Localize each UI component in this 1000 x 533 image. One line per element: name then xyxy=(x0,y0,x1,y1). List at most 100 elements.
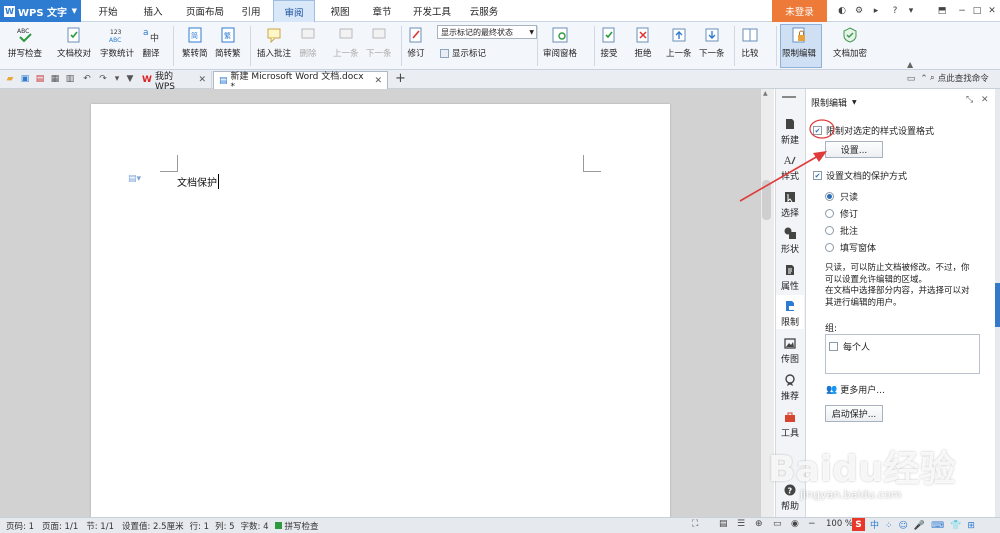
new-tab-button[interactable]: + xyxy=(395,71,406,86)
fullscreen-icon[interactable]: ⛶ xyxy=(692,519,698,529)
tab-chapter[interactable]: 章节 xyxy=(364,0,400,22)
side-item-upload-image[interactable]: 传图 xyxy=(776,337,804,365)
share-icon[interactable]: ▸ xyxy=(868,0,884,22)
zoom-out-icon[interactable]: − xyxy=(808,519,816,529)
side-item-recommend[interactable]: 推荐 xyxy=(776,374,804,402)
tab-insert[interactable]: 插入 xyxy=(134,0,172,22)
close-tab-icon[interactable]: ✕ xyxy=(374,76,382,86)
close-icon[interactable]: ✕ xyxy=(985,0,999,22)
reject-button[interactable]: 拒绝 xyxy=(634,26,652,59)
quick-access-more-icon[interactable]: ▾ xyxy=(111,72,123,86)
pane-title[interactable]: 限制编辑 ▼ xyxy=(811,96,857,109)
undo-icon[interactable]: ↶ xyxy=(81,72,93,86)
redo-icon[interactable]: ↷ xyxy=(97,72,109,86)
page-view-icon[interactable]: ▤ xyxy=(719,519,728,529)
help-icon[interactable]: ? xyxy=(886,0,904,22)
insert-comment-button[interactable]: 插入批注 xyxy=(257,26,291,59)
accept-button[interactable]: 接受 xyxy=(600,26,618,59)
pane-close-icon[interactable]: ✕ xyxy=(981,95,989,105)
eye-protect-icon[interactable]: ◉ xyxy=(791,519,799,529)
delete-comment-button[interactable]: 删除 xyxy=(299,26,317,59)
show-markup-button[interactable]: 显示标记 xyxy=(440,47,486,59)
tab-current-document[interactable]: ▤ 新建 Microsoft Word 文档.docx * ✕ xyxy=(213,71,388,92)
pane-dock-icon[interactable]: ⤡ xyxy=(966,95,973,105)
prev-comment-button[interactable]: 上一条 xyxy=(333,26,359,59)
spell-check-button[interactable]: ABC 拼写检查 xyxy=(8,26,42,59)
group-label: 组: xyxy=(825,324,838,334)
mode-comment[interactable]: 批注 xyxy=(825,224,858,237)
next-change-button[interactable]: 下一条 xyxy=(699,26,725,59)
next-comment-button[interactable]: 下一条 xyxy=(366,26,392,59)
tab-cloud[interactable]: 云服务 xyxy=(462,0,506,22)
group-everyone-item[interactable]: 每个人 xyxy=(829,340,870,353)
prev-change-button[interactable]: 上一条 xyxy=(666,26,692,59)
mode-revise[interactable]: 修订 xyxy=(825,207,858,220)
status-words[interactable]: 字数: 4 xyxy=(241,520,269,532)
print-icon[interactable]: ▦ xyxy=(49,72,61,86)
mode-revise-radio[interactable] xyxy=(825,209,834,218)
paragraph-handle-icon[interactable]: ▤▾ xyxy=(128,174,141,184)
doc-check-button[interactable]: 文档校对 xyxy=(57,26,91,59)
restore-ribbon-icon[interactable]: ⬒ xyxy=(934,0,950,22)
close-tab-icon[interactable]: ✕ xyxy=(198,75,206,85)
everyone-checkbox[interactable] xyxy=(829,342,838,351)
tab-list-icon[interactable]: ▼ xyxy=(124,72,136,86)
side-item-restrict[interactable]: 限制 xyxy=(776,300,804,328)
encrypt-doc-button[interactable]: 文档加密 xyxy=(833,26,867,59)
to-simplified-label: 繁转简 xyxy=(182,49,208,59)
revise-button[interactable]: 修订 xyxy=(407,26,425,59)
skin-icon[interactable]: ◐ xyxy=(835,0,849,22)
tab-my-wps[interactable]: W 我的WPS ✕ xyxy=(137,71,212,92)
open-folder-icon[interactable]: ▰ xyxy=(4,72,16,86)
ime-logo-icon[interactable]: S xyxy=(852,518,865,531)
comment-toggle-icon[interactable]: ▭ xyxy=(905,72,917,86)
gear-icon[interactable]: ⚙ xyxy=(852,0,866,22)
to-simplified-button[interactable]: 简 繁转简 xyxy=(182,26,208,59)
markup-state-select[interactable]: 显示标记的最终状态 ▼ xyxy=(437,25,537,39)
mode-comment-radio[interactable] xyxy=(825,226,834,235)
tab-view[interactable]: 视图 xyxy=(322,0,358,22)
outline-view-icon[interactable]: ☰ xyxy=(737,519,745,529)
minimize-icon[interactable]: − xyxy=(955,0,969,22)
document-text[interactable]: 文档保护 xyxy=(177,174,219,189)
translate-button[interactable]: a中 翻译 xyxy=(142,26,160,59)
tab-layout[interactable]: 页面布局 xyxy=(178,0,232,22)
side-item-shape[interactable]: 形状 xyxy=(776,227,804,255)
side-item-properties[interactable]: 属性 xyxy=(776,264,804,292)
review-pane-button[interactable]: 审阅窗格 xyxy=(543,26,577,59)
shape-icon xyxy=(784,227,796,239)
login-button[interactable]: 未登录 xyxy=(772,0,827,22)
compare-button[interactable]: 比较 xyxy=(741,26,759,59)
tab-reference[interactable]: 引用 xyxy=(234,0,268,22)
ribbon-pin-icon[interactable]: ▲ xyxy=(907,60,913,69)
reading-view-icon[interactable]: ▭ xyxy=(773,519,782,529)
collapse-icon[interactable]: ⌃ xyxy=(918,72,930,86)
pane-collapse-tab[interactable] xyxy=(995,283,1000,327)
scroll-up-icon[interactable]: ▲ xyxy=(763,90,768,97)
tab-developer[interactable]: 开发工具 xyxy=(406,0,458,22)
ime-tray-icons[interactable]: 中⁘☺🎤⌨👕⊞ xyxy=(870,518,981,531)
side-item-tools[interactable]: 工具 xyxy=(776,411,804,439)
print-preview-icon[interactable]: ▥ xyxy=(64,72,76,86)
app-menu-button[interactable]: W WPS 文字 ▼ xyxy=(0,0,81,22)
more-icon[interactable]: ▾ xyxy=(906,0,916,22)
maximize-icon[interactable]: □ xyxy=(970,0,984,22)
tab-review[interactable]: 审阅 xyxy=(273,0,315,22)
to-traditional-button[interactable]: 繁 简转繁 xyxy=(215,26,241,59)
mode-form[interactable]: 填写窗体 xyxy=(825,241,876,254)
baidu-watermark-url: jingyan.baidu.com xyxy=(800,488,902,501)
zoom-level[interactable]: 100 % xyxy=(826,519,853,529)
mode-form-radio[interactable] xyxy=(825,243,834,252)
word-count-button[interactable]: 123 ABC 字数统计 xyxy=(100,26,134,59)
start-protection-button[interactable]: 启动保护... xyxy=(825,405,883,422)
web-view-icon[interactable]: ⊕ xyxy=(755,519,763,529)
save-icon[interactable]: ▣ xyxy=(19,72,31,86)
command-search[interactable]: ⌕ 点此查找命令 xyxy=(930,72,989,84)
restrict-edit-button[interactable]: 限制编辑 xyxy=(782,26,816,59)
status-spell-check[interactable]: 拼写检查 xyxy=(274,520,319,532)
prev-comment-label: 上一条 xyxy=(333,49,359,59)
export-pdf-icon[interactable]: ▤ xyxy=(34,72,46,86)
more-users-link[interactable]: 👥 更多用户... xyxy=(826,383,885,397)
upload-image-icon xyxy=(784,338,796,349)
tab-home[interactable]: 开始 xyxy=(90,0,126,22)
